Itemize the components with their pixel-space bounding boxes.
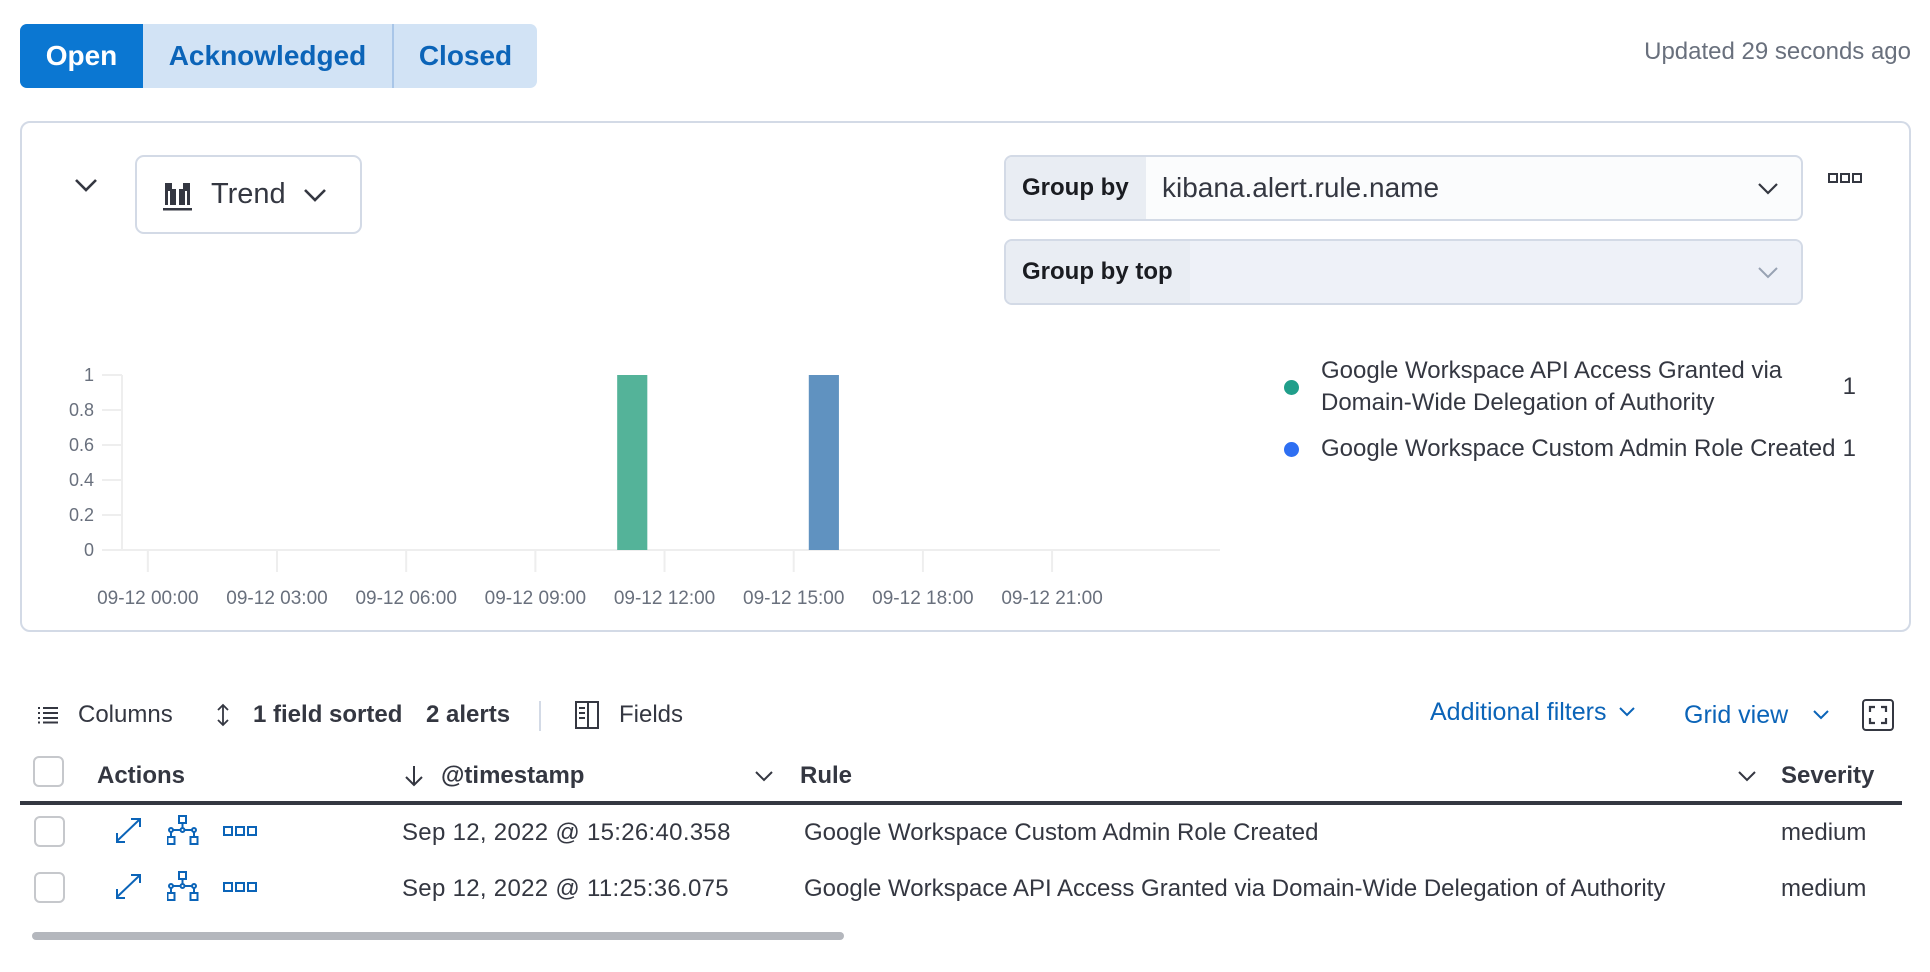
legend-count: 1 xyxy=(1842,373,1856,400)
fields-label: Fields xyxy=(619,701,684,728)
row-checkbox[interactable] xyxy=(34,872,65,903)
collapse-chevron-icon[interactable] xyxy=(72,175,100,195)
analyze-event-icon[interactable] xyxy=(167,871,199,903)
x-tick-label: 09-12 12:00 xyxy=(614,588,715,609)
column-header-severity[interactable]: Severity xyxy=(1781,756,1874,796)
sort-fields-button[interactable]: 1 field sorted xyxy=(215,695,402,735)
expand-event-icon[interactable] xyxy=(113,873,143,901)
group-by-value-text: kibana.alert.rule.name xyxy=(1162,172,1440,203)
legend-item[interactable]: Google Workspace Custom Admin Role Creat… xyxy=(1280,433,1880,465)
more-actions-icon[interactable] xyxy=(223,825,257,837)
analyze-event-icon[interactable] xyxy=(167,815,199,847)
group-by-top-label: Group by top xyxy=(1006,241,1190,303)
sort-label: 1 field sorted xyxy=(253,701,403,728)
bar-chart-icon xyxy=(163,182,192,210)
y-tick-label: 0.4 xyxy=(69,470,94,490)
chevron-down-icon xyxy=(1758,183,1778,195)
legend-label: Google Workspace API Access Granted via … xyxy=(1321,357,1783,416)
more-options-icon[interactable] xyxy=(1828,172,1862,184)
row-checkbox[interactable] xyxy=(34,816,65,847)
x-tick-label: 09-12 21:00 xyxy=(1001,588,1102,609)
last-updated-text: Updated 29 seconds ago xyxy=(1644,38,1911,65)
cell-timestamp: Sep 12, 2022 @ 15:26:40.358 xyxy=(402,819,731,846)
header-divider xyxy=(20,801,1902,805)
y-tick-label: 0.8 xyxy=(69,400,94,420)
legend-label: Google Workspace Custom Admin Role Creat… xyxy=(1321,435,1836,462)
column-header-rule[interactable]: Rule xyxy=(800,756,852,796)
alerts-count: 2 alerts xyxy=(426,701,511,728)
sort-icon xyxy=(217,703,229,727)
group-by-top-select[interactable]: Group by top xyxy=(1004,239,1803,305)
list-icon xyxy=(38,707,58,724)
column-header-timestamp[interactable]: @timestamp xyxy=(403,756,584,796)
x-tick-label: 09-12 03:00 xyxy=(226,588,327,609)
y-tick-label: 0.2 xyxy=(69,505,94,525)
x-tick-label: 09-12 00:00 xyxy=(97,588,198,609)
group-by-top-value[interactable] xyxy=(1190,241,1801,303)
grid-view-button[interactable]: Grid view xyxy=(1684,695,1830,735)
x-tick-label: 09-12 15:00 xyxy=(743,588,844,609)
chevron-down-icon xyxy=(1758,267,1778,279)
legend-count: 1 xyxy=(1842,435,1856,462)
cell-rule: Google Workspace API Access Granted via … xyxy=(804,875,1666,902)
horizontal-scrollbar[interactable] xyxy=(32,932,844,940)
chevron-down-icon xyxy=(1619,707,1636,717)
columns-button[interactable]: Columns xyxy=(38,695,173,735)
cell-severity: medium xyxy=(1781,819,1867,846)
fullscreen-icon xyxy=(1862,699,1894,731)
columns-label: Columns xyxy=(78,701,173,728)
group-by-select[interactable]: Group by kibana.alert.rule.name xyxy=(1004,155,1803,221)
table-row: Sep 12, 2022 @ 15:26:40.358 Google Works… xyxy=(20,810,1902,864)
group-by-value[interactable]: kibana.alert.rule.name xyxy=(1146,157,1801,219)
y-tick-label: 0.6 xyxy=(69,435,94,455)
column-menu-chevron-icon[interactable] xyxy=(754,769,774,783)
legend-color-dot xyxy=(1284,441,1299,457)
fields-button[interactable]: Fields xyxy=(575,695,683,735)
cell-rule: Google Workspace Custom Admin Role Creat… xyxy=(804,819,1319,846)
column-header-actions: Actions xyxy=(97,762,186,789)
chevron-down-icon xyxy=(1813,710,1829,720)
chart-bar xyxy=(808,375,839,550)
sort-descending-icon xyxy=(405,766,423,787)
legend-color-dot xyxy=(1284,379,1299,395)
x-tick-label: 09-12 09:00 xyxy=(485,588,586,609)
chevron-down-icon xyxy=(303,188,326,202)
data-grid-toolbar: Columns 1 field sorted 2 alerts Fields A… xyxy=(0,695,1930,735)
additional-filters-label: Additional filters xyxy=(1430,697,1607,726)
legend-item[interactable]: Google Workspace API Access Granted via … xyxy=(1280,355,1880,419)
chart-legend: Google Workspace API Access Granted via … xyxy=(1280,355,1880,479)
status-open-button[interactable]: Open xyxy=(20,24,143,88)
status-closed-button[interactable]: Closed xyxy=(394,24,537,88)
table-row: Sep 12, 2022 @ 11:25:36.075 Google Works… xyxy=(20,866,1902,920)
additional-filters-button[interactable]: Additional filters xyxy=(1430,692,1636,732)
cell-timestamp: Sep 12, 2022 @ 11:25:36.075 xyxy=(402,875,729,902)
trend-bar-chart: 0 0.2 0.4 0.6 0.8 1 09-12 00:00 09-12 03:00 09-1… xyxy=(69,365,1220,609)
more-actions-icon[interactable] xyxy=(223,881,257,893)
x-tick-label: 09-12 18:00 xyxy=(872,588,973,609)
group-by-label: Group by xyxy=(1006,157,1146,219)
grid-view-label: Grid view xyxy=(1684,700,1789,729)
y-tick-label: 1 xyxy=(84,365,94,385)
column-menu-chevron-icon[interactable] xyxy=(1737,769,1757,783)
expand-event-icon[interactable] xyxy=(113,817,143,845)
y-tick-label: 0 xyxy=(84,540,94,560)
fullscreen-button[interactable] xyxy=(1862,695,1894,735)
chart-bar xyxy=(617,375,648,550)
table-header: Actions @timestamp Rule Severity xyxy=(20,756,1902,802)
alert-status-filter: Open Acknowledged Closed xyxy=(20,24,537,88)
cell-severity: medium xyxy=(1781,875,1867,902)
view-selector-label: Trend xyxy=(211,178,286,210)
view-selector-button[interactable]: Trend xyxy=(135,155,362,234)
status-acknowledged-button[interactable]: Acknowledged xyxy=(143,24,394,88)
fields-panel-icon xyxy=(575,701,599,729)
x-tick-label: 09-12 06:00 xyxy=(355,588,456,609)
column-header-timestamp-label: @timestamp xyxy=(441,762,585,789)
toolbar-divider xyxy=(539,701,541,731)
select-all-checkbox[interactable] xyxy=(33,756,64,787)
